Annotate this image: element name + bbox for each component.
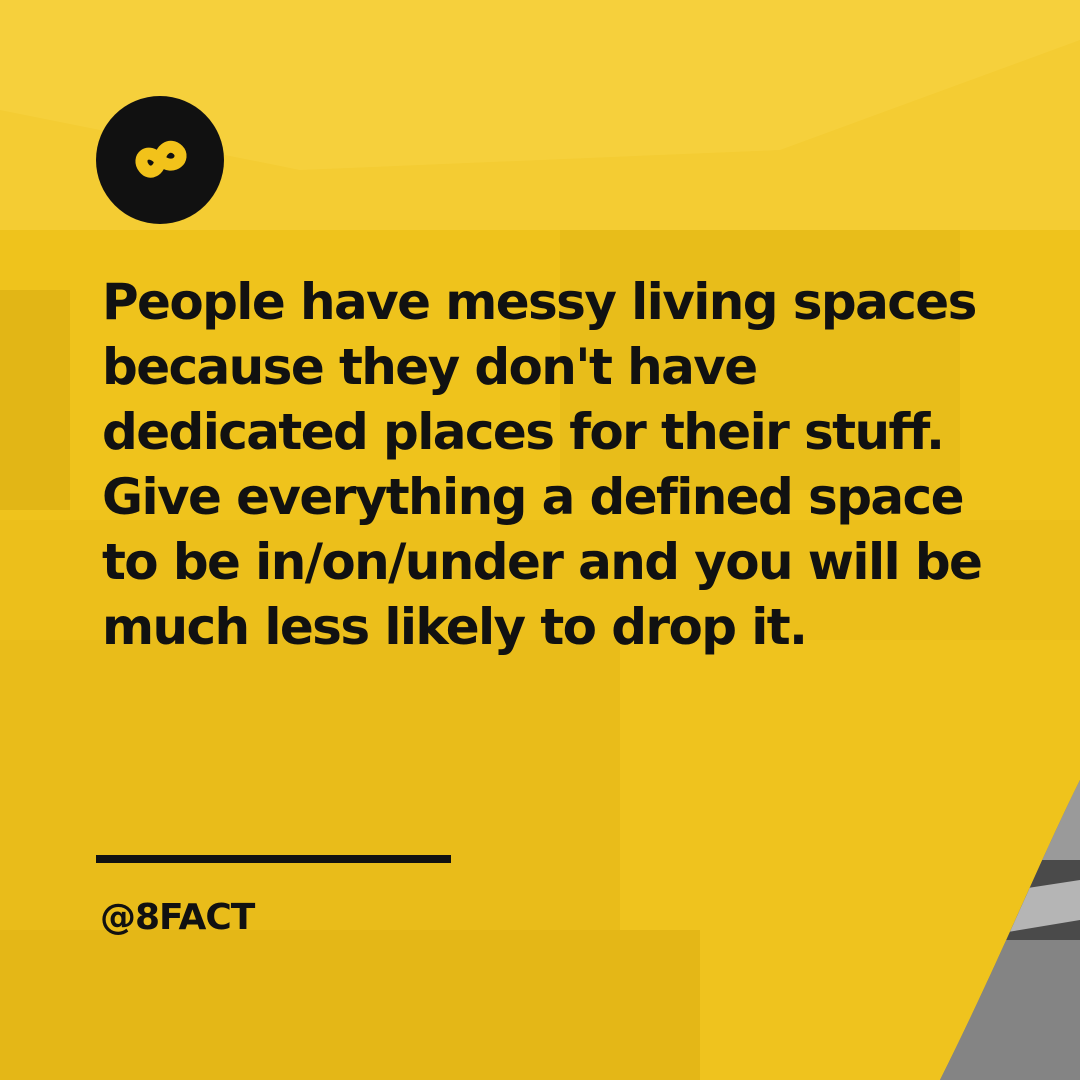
infinity-8-icon <box>96 96 224 224</box>
account-handle: @8FACT <box>100 897 255 938</box>
quote-text: People have messy living spaces because … <box>102 273 983 656</box>
divider <box>96 855 451 863</box>
post-card: People have messy living spaces because … <box>0 0 1080 1080</box>
